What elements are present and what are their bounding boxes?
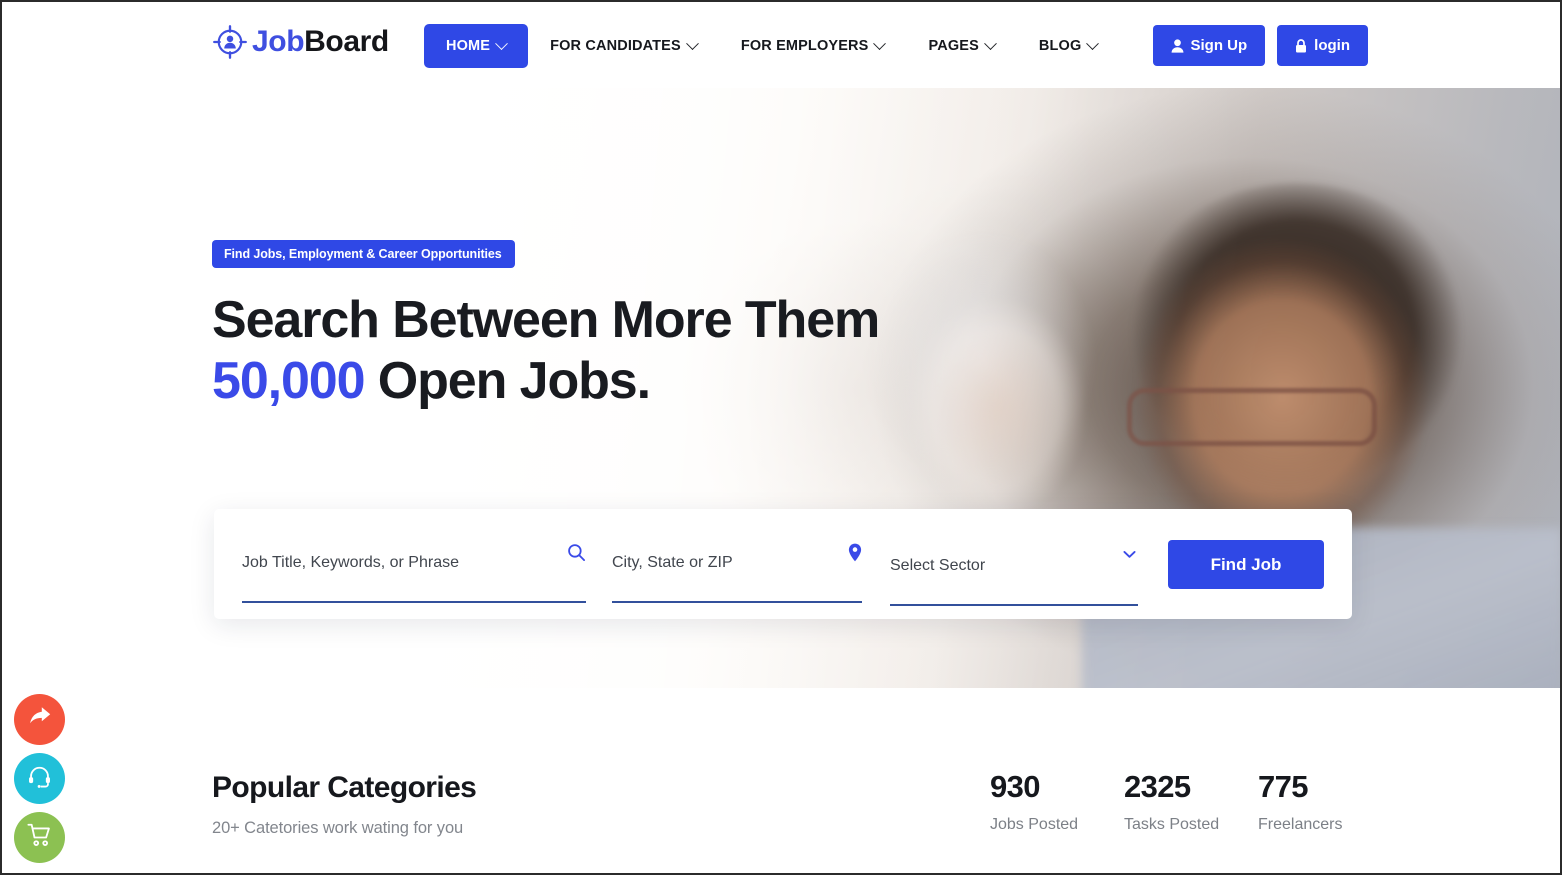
header-auth-actions: Sign Up login [1152, 25, 1368, 66]
logo-word-job: Job [252, 25, 305, 58]
nav-item-home[interactable]: HOME [424, 24, 529, 68]
stat-tasks-posted-number: 2325 [1124, 769, 1191, 804]
stat-tasks-posted: 2325 Tasks Posted [1124, 769, 1258, 834]
map-pin-icon[interactable] [848, 543, 862, 562]
hero-badge: Find Jobs, Employment & Career Opportuni… [212, 240, 515, 268]
site-header: JobBoard HOME FOR CANDIDATES FOR EMPLOYE… [2, 2, 1560, 88]
shopping-cart-icon [27, 823, 52, 852]
stat-freelancers-label: Freelancers [1258, 816, 1343, 834]
stats-row: 930 Jobs Posted 2325 Tasks Posted 775 Fr… [990, 769, 1392, 834]
search-icon[interactable] [567, 543, 586, 562]
hero-photo-left-fade [2, 88, 202, 688]
share-arrow-icon [28, 706, 52, 733]
nav-item-for-candidates[interactable]: FOR CANDIDATES [528, 24, 719, 68]
chevron-down-icon[interactable] [1121, 546, 1138, 563]
logo-wordmark: JobBoard [252, 24, 389, 60]
sector-field-wrapper: Select Sector [890, 544, 1138, 606]
nav-item-pages[interactable]: PAGES [906, 24, 1016, 68]
hero-title-line2-rest: Open Jobs. [364, 351, 651, 410]
stat-jobs-posted-label: Jobs Posted [990, 816, 1079, 834]
nav-item-blog[interactable]: BLOG [1017, 24, 1120, 68]
chevron-down-icon [873, 36, 887, 50]
support-button[interactable] [14, 753, 65, 804]
sign-up-button[interactable]: Sign Up [1152, 25, 1266, 66]
hero-title-highlight: 50,000 [212, 351, 366, 410]
login-label: login [1314, 37, 1350, 54]
stat-freelancers: 775 Freelancers [1258, 769, 1392, 834]
keyword-field-underline [242, 601, 586, 603]
logo-word-board: Board [304, 25, 389, 58]
location-input[interactable] [612, 549, 862, 577]
popular-categories-section: Popular Categories 20+ Catetories work w… [2, 688, 1560, 873]
site-logo[interactable]: JobBoard [212, 24, 389, 60]
lock-icon [1295, 38, 1307, 53]
main-navigation: HOME FOR CANDIDATES FOR EMPLOYERS PAGES … [424, 24, 1119, 68]
chevron-down-icon [984, 36, 997, 50]
nav-item-home-label: HOME [446, 38, 491, 54]
hero-content: Find Jobs, Employment & Career Opportuni… [212, 240, 880, 412]
target-person-icon [212, 24, 248, 60]
chevron-down-icon [685, 36, 699, 50]
nav-item-blog-label: BLOG [1038, 38, 1082, 54]
page-root: JobBoard HOME FOR CANDIDATES FOR EMPLOYE… [0, 0, 1562, 875]
user-icon [1171, 38, 1184, 53]
stat-jobs-posted-number: 930 [990, 769, 1041, 804]
nav-item-for-candidates-label: FOR CANDIDATES [550, 38, 681, 54]
floating-action-buttons [14, 694, 65, 863]
hero-title-line1: Search Between More Them [212, 291, 880, 349]
hero-title: Search Between More Them 50,000 Open Job… [212, 290, 880, 412]
job-search-card: Select Sector Find Job [214, 509, 1352, 619]
cart-button[interactable] [14, 812, 65, 863]
headset-support-icon [27, 764, 52, 794]
find-job-button[interactable]: Find Job [1168, 540, 1324, 589]
login-button[interactable]: login [1277, 25, 1368, 66]
page-title: Popular Categories [212, 771, 477, 804]
stat-freelancers-number: 775 [1258, 769, 1309, 804]
categories-subtitle: 20+ Catetories work wating for you [212, 819, 464, 837]
nav-item-pages-label: PAGES [928, 38, 979, 54]
location-field-wrapper [612, 541, 862, 603]
stat-jobs-posted: 930 Jobs Posted [990, 769, 1124, 834]
nav-item-for-employers[interactable]: FOR EMPLOYERS [719, 24, 907, 68]
chevron-down-icon [495, 36, 508, 50]
share-button[interactable] [14, 694, 65, 745]
sector-field-underline [890, 604, 1138, 606]
stat-tasks-posted-label: Tasks Posted [1124, 816, 1220, 834]
nav-item-for-employers-label: FOR EMPLOYERS [740, 38, 869, 54]
hero-section: Find Jobs, Employment & Career Opportuni… [2, 88, 1560, 688]
sign-up-label: Sign Up [1190, 37, 1248, 54]
chevron-down-icon [1086, 36, 1100, 50]
location-field-underline [612, 601, 862, 603]
keyword-field-wrapper [242, 541, 586, 603]
search-input[interactable] [242, 549, 586, 577]
categories-heading-block: Popular Categories 20+ Catetories work w… [212, 770, 477, 838]
sector-select[interactable]: Select Sector [890, 552, 985, 580]
